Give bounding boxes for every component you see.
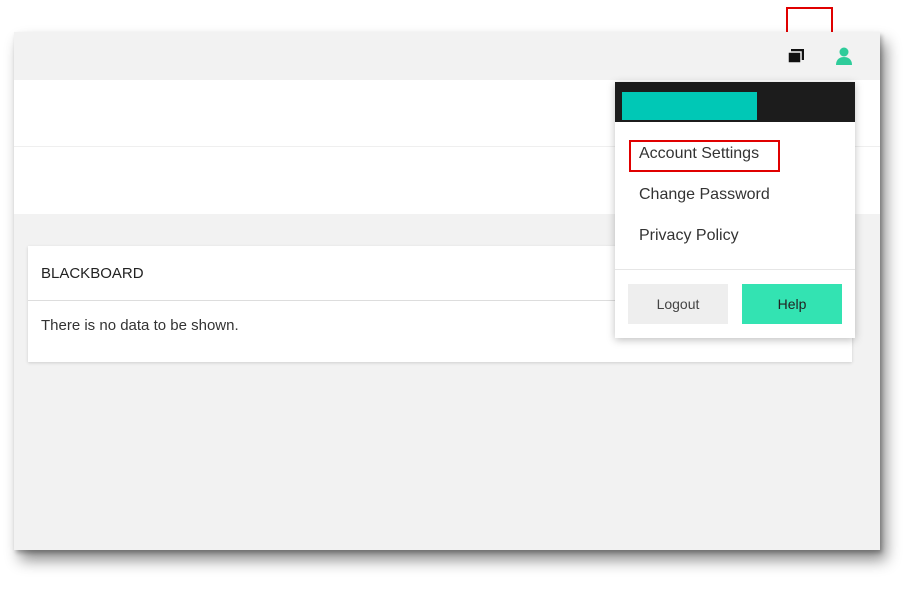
username-block: [622, 92, 757, 120]
user-menu-header: [615, 82, 855, 122]
help-button[interactable]: Help: [742, 284, 842, 324]
app-window: BLACKBOARD There is no data to be shown.…: [14, 32, 880, 550]
logout-button[interactable]: Logout: [628, 284, 728, 324]
menu-divider: [615, 269, 855, 270]
menu-item-privacy-policy[interactable]: Privacy Policy: [639, 227, 739, 245]
user-menu-dropdown: Account Settings Change Password Privacy…: [615, 82, 855, 338]
top-bar: [14, 32, 880, 80]
menu-item-change-password[interactable]: Change Password: [639, 186, 770, 204]
windows-icon[interactable]: [787, 48, 805, 64]
user-icon[interactable]: [834, 46, 854, 66]
highlight-box-account-settings: [629, 140, 780, 172]
